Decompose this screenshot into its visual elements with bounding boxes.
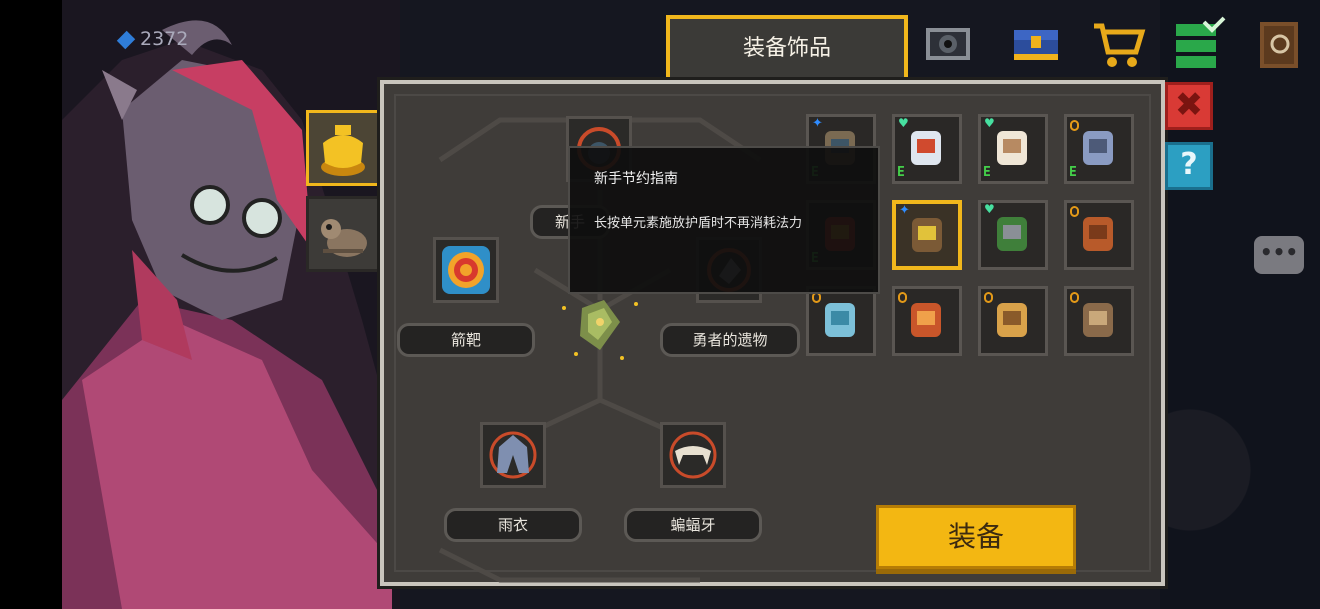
coin-mark-icon — [1070, 120, 1079, 131]
star-mark-icon: ✦ — [899, 203, 910, 218]
server-status-icon[interactable] — [1170, 16, 1226, 72]
gem-count: 2372 — [140, 28, 189, 50]
heart-mark-icon: ♥ — [898, 116, 909, 130]
slot-right-label: 勇者的遗物 — [660, 323, 800, 357]
equipped-badge: E — [983, 165, 991, 180]
inventory-slot[interactable] — [1064, 286, 1134, 356]
vampire-character-portrait — [62, 20, 392, 609]
slot-left-label: 箭靶 — [397, 323, 535, 357]
inventory-slot[interactable]: ♥ E — [978, 114, 1048, 184]
tab-pets[interactable] — [306, 196, 380, 272]
slot-bottom-right-label: 蝙蝠牙 — [624, 508, 762, 542]
coin-mark-icon — [898, 292, 907, 303]
equipped-badge: E — [1069, 165, 1077, 180]
inventory-slot[interactable] — [978, 286, 1048, 356]
gold-pot-icon — [321, 125, 365, 176]
star-mark-icon: ✦ — [812, 116, 823, 131]
gem-counter: 2372 — [116, 28, 189, 50]
coin-mark-icon — [984, 292, 993, 303]
hero-relic-icon — [562, 300, 638, 360]
slot-bottom-left-label: 雨衣 — [444, 508, 582, 542]
tooltip-description: 长按单元素施放护盾时不再消耗法力 — [594, 216, 803, 231]
inventory-slot[interactable]: ✦ — [892, 200, 962, 270]
coin-mark-icon — [1070, 206, 1079, 217]
heart-mark-icon: ♥ — [984, 116, 995, 130]
close-button[interactable]: ✖ — [1165, 82, 1213, 130]
chat-button[interactable]: ••• — [1254, 236, 1304, 274]
inventory-slot[interactable] — [1064, 200, 1134, 270]
slot-left[interactable] — [433, 237, 499, 303]
help-button[interactable]: ? — [1165, 142, 1213, 190]
equip-button[interactable]: 装备 — [876, 505, 1076, 569]
bat-tooth-icon — [669, 431, 717, 479]
inventory-slot[interactable]: ♥ E — [892, 114, 962, 184]
book-icon[interactable] — [1250, 16, 1306, 72]
heart-mark-icon: ♥ — [984, 202, 995, 216]
inventory-slot[interactable]: ♥ — [978, 200, 1048, 270]
treasure-chest-icon[interactable] — [1008, 14, 1064, 70]
inventory-slot[interactable]: E — [1064, 114, 1134, 184]
tooltip-title: 新手节约指南 — [594, 171, 678, 187]
raincoat-icon — [489, 431, 537, 479]
slot-bottom-left[interactable] — [480, 422, 546, 488]
target-icon — [442, 246, 490, 294]
coin-mark-icon — [1070, 292, 1079, 303]
gem-icon — [116, 30, 136, 49]
page-title: 装备饰品 — [666, 15, 908, 83]
inventory-slot[interactable] — [892, 286, 962, 356]
equipped-badge: E — [897, 165, 905, 180]
pet-icon — [321, 219, 367, 257]
shopping-cart-icon[interactable] — [1090, 16, 1146, 72]
slot-bottom-right[interactable] — [660, 422, 726, 488]
item-tooltip: 新手节约指南 长按单元素施放护盾时不再消耗法力 — [568, 146, 880, 294]
inventory-slot[interactable] — [806, 286, 876, 356]
screen-left-edge — [0, 0, 62, 609]
camera-icon[interactable] — [920, 14, 976, 70]
tab-accessories[interactable] — [306, 110, 380, 186]
